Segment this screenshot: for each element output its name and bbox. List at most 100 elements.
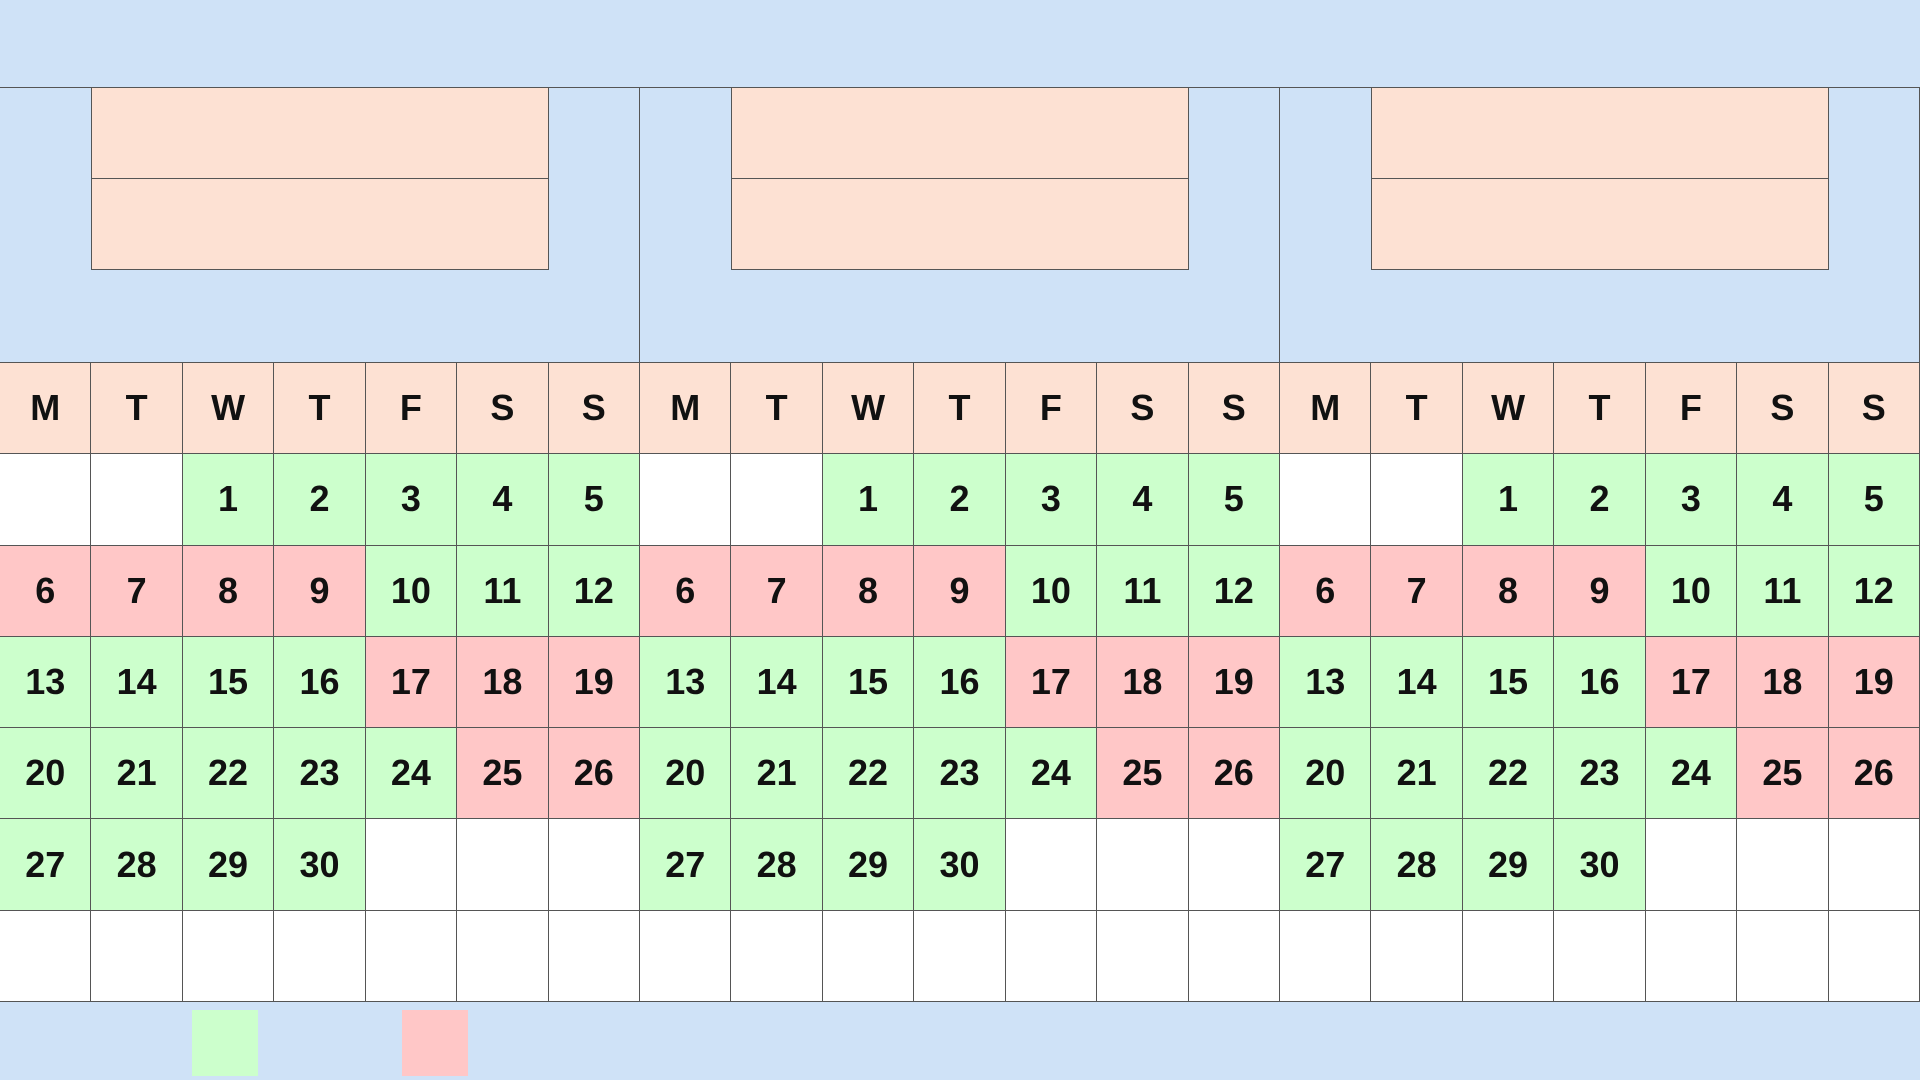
day-cell: 20 <box>640 728 732 820</box>
day-cell: 15 <box>822 636 915 729</box>
empty-day-cell <box>1371 910 1463 1002</box>
weekday-header: T <box>1371 363 1463 455</box>
day-cell: 2 <box>1554 454 1646 546</box>
day-cell: 13 <box>640 636 732 729</box>
day-cell: 30 <box>914 819 1006 911</box>
day-cell: 19 <box>1188 636 1280 729</box>
day-cell: 3 <box>1005 454 1098 546</box>
day-cell: 13 <box>0 636 92 729</box>
day-cell: 15 <box>182 636 275 729</box>
day-cell: 25 <box>1097 728 1189 820</box>
day-cell: 23 <box>914 728 1006 820</box>
day-cell: 28 <box>731 819 823 911</box>
day-cell: 6 <box>640 545 732 637</box>
day-cell: 14 <box>731 636 823 729</box>
empty-day-cell <box>91 454 183 546</box>
day-cell: 13 <box>1280 636 1372 729</box>
day-cell: 17 <box>1645 636 1738 729</box>
day-cell: 16 <box>274 636 366 729</box>
legend-swatch-green <box>192 1010 258 1076</box>
day-cell: 17 <box>365 636 458 729</box>
day-cell: 6 <box>0 545 92 637</box>
day-cell: 9 <box>1554 545 1646 637</box>
day-cell: 4 <box>1097 454 1189 546</box>
weekday-header: M <box>640 363 732 455</box>
day-cell: 8 <box>1462 545 1555 637</box>
empty-day-cell <box>91 910 183 1002</box>
day-cell: 25 <box>457 728 549 820</box>
day-cell: 10 <box>1005 545 1098 637</box>
weekday-header: T <box>274 363 366 455</box>
empty-day-cell <box>365 819 458 911</box>
day-cell: 7 <box>1371 545 1463 637</box>
weekday-header: T <box>1554 363 1646 455</box>
weekday-header: S <box>1188 363 1280 455</box>
day-cell: 10 <box>1645 545 1738 637</box>
month-title-box <box>91 88 549 270</box>
day-cell: 25 <box>1737 728 1829 820</box>
empty-day-cell <box>1371 454 1463 546</box>
empty-day-cell <box>1097 819 1189 911</box>
weekday-header: F <box>1005 363 1098 455</box>
day-cell: 12 <box>1188 545 1280 637</box>
day-cell: 2 <box>274 454 366 546</box>
day-cell: 9 <box>274 545 366 637</box>
month-name <box>92 88 548 178</box>
day-cell: 23 <box>1554 728 1646 820</box>
empty-day-cell <box>1280 454 1372 546</box>
day-cell: 2 <box>914 454 1006 546</box>
empty-day-cell <box>1645 819 1738 911</box>
day-cell: 14 <box>1371 636 1463 729</box>
day-cell: 7 <box>91 545 183 637</box>
month-header-2 <box>640 88 1280 362</box>
empty-day-cell <box>1005 910 1098 1002</box>
day-cell: 5 <box>1828 454 1920 546</box>
weekday-header: F <box>365 363 458 455</box>
day-cell: 15 <box>1462 636 1555 729</box>
day-cell: 10 <box>365 545 458 637</box>
empty-day-cell <box>1462 910 1555 1002</box>
empty-day-cell <box>1280 910 1372 1002</box>
day-cell: 18 <box>1737 636 1829 729</box>
weekday-header: W <box>822 363 915 455</box>
month-name <box>1372 88 1828 178</box>
weekday-header: W <box>1462 363 1555 455</box>
empty-day-cell <box>1188 819 1280 911</box>
day-cell: 4 <box>457 454 549 546</box>
month-year <box>732 179 1188 269</box>
day-cell: 21 <box>1371 728 1463 820</box>
day-cell: 1 <box>182 454 275 546</box>
weekday-header: S <box>548 363 640 455</box>
weekday-header: W <box>182 363 275 455</box>
day-cell: 8 <box>822 545 915 637</box>
day-cell: 22 <box>822 728 915 820</box>
day-cell: 22 <box>182 728 275 820</box>
day-cell: 29 <box>182 819 275 911</box>
empty-day-cell <box>822 910 915 1002</box>
day-cell: 19 <box>548 636 640 729</box>
day-cell: 20 <box>1280 728 1372 820</box>
day-cell: 22 <box>1462 728 1555 820</box>
month-name <box>732 88 1188 178</box>
month-header-1 <box>0 88 640 362</box>
empty-day-cell <box>1097 910 1189 1002</box>
day-cell: 18 <box>457 636 549 729</box>
day-cell: 30 <box>1554 819 1646 911</box>
day-cell: 24 <box>365 728 458 820</box>
day-cell: 26 <box>1828 728 1920 820</box>
empty-day-cell <box>1005 819 1098 911</box>
month-year <box>1372 179 1828 269</box>
day-cell: 7 <box>731 545 823 637</box>
day-cell: 28 <box>1371 819 1463 911</box>
empty-day-cell <box>1828 910 1920 1002</box>
day-cell: 18 <box>1097 636 1189 729</box>
day-cell: 5 <box>1188 454 1280 546</box>
empty-day-cell <box>731 910 823 1002</box>
weekday-header: M <box>1280 363 1372 455</box>
empty-day-cell <box>0 454 92 546</box>
weekday-header: S <box>1097 363 1189 455</box>
empty-day-cell <box>640 910 732 1002</box>
empty-day-cell <box>548 910 640 1002</box>
empty-day-cell <box>731 454 823 546</box>
legend <box>0 1002 1920 1080</box>
